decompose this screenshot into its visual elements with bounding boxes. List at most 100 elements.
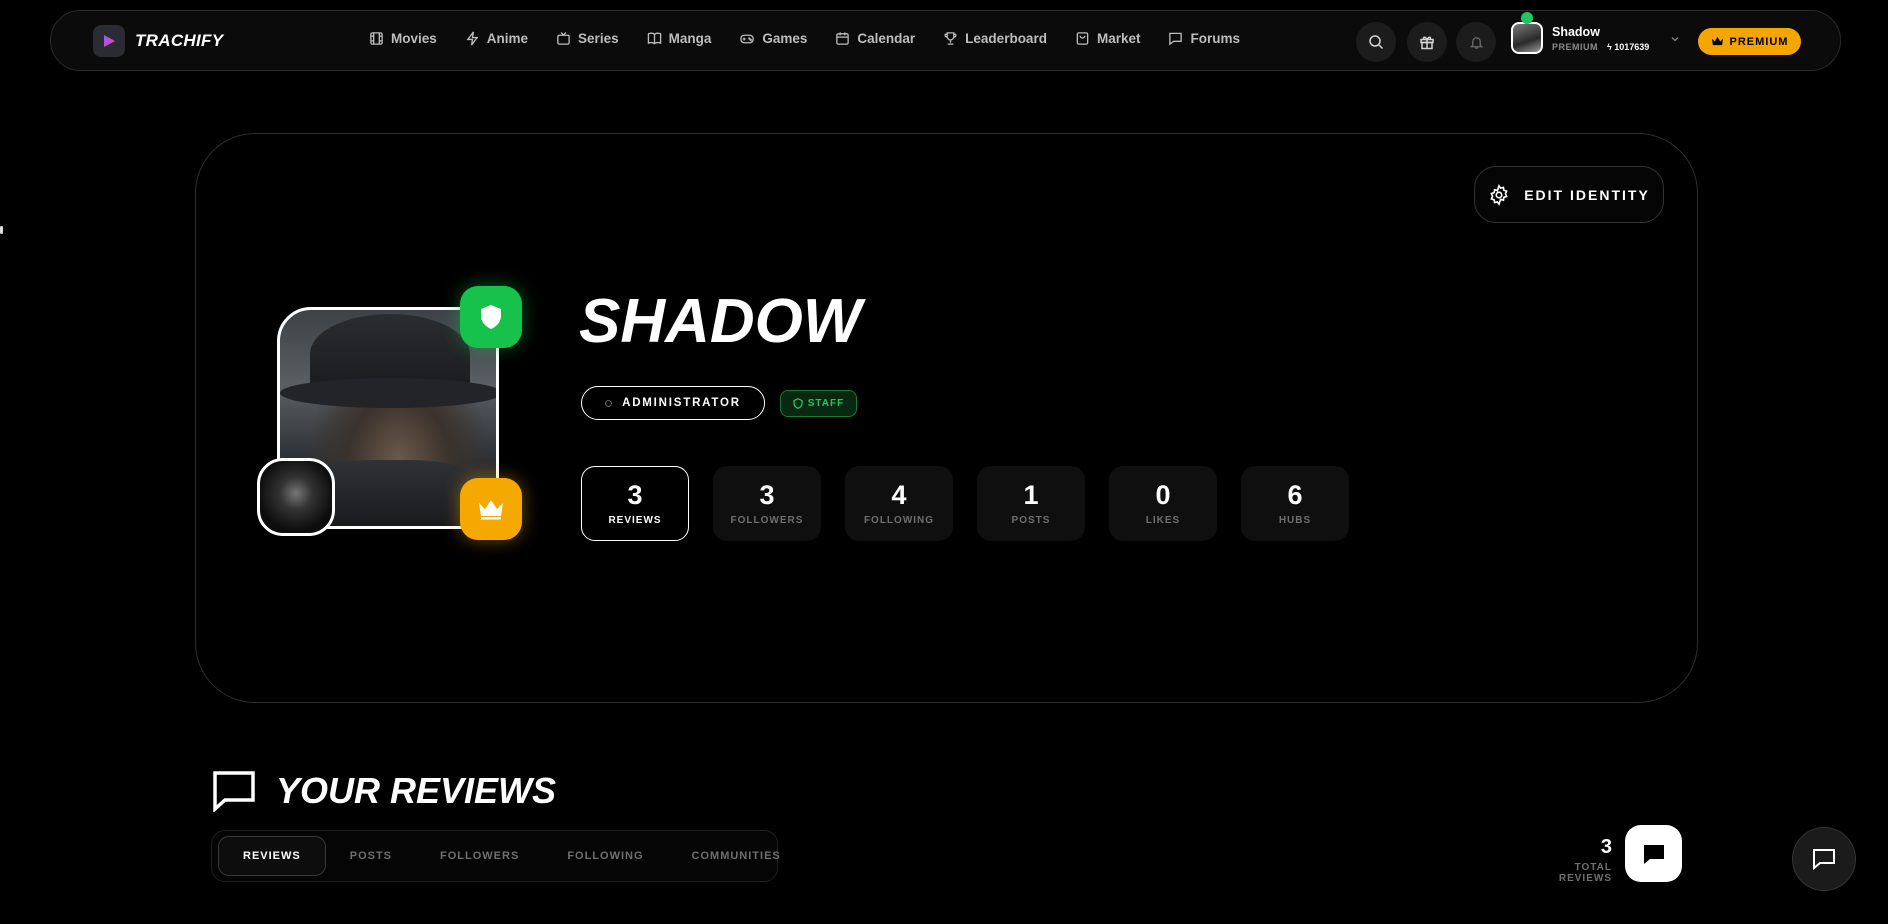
nav-item-label: Leaderboard [965,31,1047,46]
crown-icon [479,500,503,520]
chat-icon [1169,32,1183,46]
bell-icon [1469,36,1483,49]
nav-item-label: Manga [668,31,712,46]
profile-stats: 3 REVIEWS 3 FOLLOWERS 4 FOLLOWING 1 POST… [581,466,1349,541]
search-button[interactable] [1356,22,1396,62]
stat-posts[interactable]: 1 POSTS [977,466,1085,541]
film-icon [370,32,383,45]
tab-communities[interactable]: COMMUNITIES [668,836,805,876]
brand-logo[interactable]: TRACHIFY [93,25,223,57]
gift-button[interactable] [1407,22,1447,62]
user-tier: PREMIUM [1552,41,1598,52]
stat-label: LIKES [1145,514,1181,526]
crown-icon [1711,36,1723,46]
chevron-down-icon [1671,37,1679,42]
stat-label: FOLLOWERS [730,514,804,526]
stat-value: 0 [1155,479,1171,510]
stat-following[interactable]: 4 FOLLOWING [845,466,953,541]
nav-item-leaderboard[interactable]: Leaderboard [943,31,1047,46]
stat-value: 3 [759,479,775,510]
section-title: YOUR REVIEWS [276,770,557,811]
stat-label: POSTS [1011,514,1051,526]
nav-item-market[interactable]: Market [1075,31,1141,46]
chat-fab-button[interactable] [1792,827,1856,891]
search-icon [1369,35,1384,50]
edge-marker [0,226,3,234]
nav-item-manga[interactable]: Manga [647,31,712,46]
user-menu[interactable]: Shadow PREMIUM ϟ 1017639 [1511,12,1680,54]
stat-likes[interactable]: 0 LIKES [1109,466,1217,541]
verified-badge [460,286,522,348]
total-reviews-count: 3 [1600,836,1612,858]
shield-icon [793,398,803,409]
shield-icon [481,305,501,329]
edit-identity-button[interactable]: EDIT IDENTITY [1474,166,1664,223]
chat-icon [1813,849,1835,870]
stat-value: 6 [1287,479,1303,510]
tab-reviews[interactable]: REVIEWS [218,836,326,876]
tab-following[interactable]: FOLLOWING [543,836,667,876]
nav-item-movies[interactable]: Movies [369,31,437,46]
stat-label: REVIEWS [608,514,662,526]
role-dot-icon [605,399,613,407]
nav-item-forums[interactable]: Forums [1168,31,1240,46]
stat-label: FOLLOWING [863,514,935,526]
role-label: ADMINISTRATOR [622,397,741,409]
premium-button[interactable]: PREMIUM [1698,28,1801,55]
online-status-dot [1521,12,1533,24]
reviews-section-header: YOUR REVIEWS [212,770,556,812]
edit-identity-label: EDIT IDENTITY [1524,186,1650,203]
premium-badge [460,478,522,540]
user-points: ϟ 1017639 [1607,41,1650,52]
stat-label: HUBS [1278,514,1312,526]
stat-hubs[interactable]: 6 HUBS [1241,466,1349,541]
stat-followers[interactable]: 3 FOLLOWERS [713,466,821,541]
role-badge: ADMINISTRATOR [581,386,765,420]
gamepad-icon [740,34,755,44]
calendar-icon [836,32,850,45]
nav-item-label: Games [762,31,808,46]
tv-icon [557,31,570,45]
stat-value: 4 [891,479,907,510]
top-navbar: TRACHIFY Movies Anime Series Manga Games… [50,10,1841,71]
tab-followers[interactable]: FOLLOWERS [416,836,543,876]
user-points-value: 1017639 [1614,41,1650,52]
total-reviews: 3 TOTAL REVIEWS [1518,836,1612,884]
stat-value: 3 [627,479,643,510]
nav-item-series[interactable]: Series [556,31,619,46]
staff-label: STAFF [807,398,845,409]
avatar-hat-brim-shape [280,378,496,408]
stat-value: 1 [1023,479,1039,510]
gift-icon [1420,36,1434,50]
book-icon [647,32,661,45]
nav-item-label: Movies [391,31,437,46]
content-tabs: REVIEWS POSTS FOLLOWERS FOLLOWING COMMUN… [211,830,780,882]
main-menu: Movies Anime Series Manga Games Calendar… [369,31,1268,46]
secondary-avatar[interactable] [257,458,335,536]
staff-badge: STAFF [780,390,857,417]
trophy-icon [944,32,957,45]
profile-name: SHADOW [579,287,862,356]
nav-item-games[interactable]: Games [739,31,807,46]
bolt-icon [466,31,479,46]
avatar [1511,12,1543,54]
tab-posts[interactable]: POSTS [326,836,416,876]
write-review-button[interactable] [1625,825,1682,882]
nav-item-calendar[interactable]: Calendar [835,31,915,46]
bag-icon [1076,32,1089,45]
play-logo-icon [93,25,125,57]
total-reviews-label: TOTAL REVIEWS [1558,862,1612,884]
nav-item-label: Series [578,31,619,46]
profile-card: EDIT IDENTITY SHADOW ADMINISTRATOR STAFF… [195,133,1698,703]
notifications-button[interactable] [1456,22,1496,62]
premium-label: PREMIUM [1729,35,1789,48]
nav-item-label: Anime [486,31,529,46]
nav-item-label: Market [1096,31,1141,46]
chat-bubble-icon [213,771,255,812]
message-icon [1643,844,1664,864]
brand-name: TRACHIFY [135,31,224,50]
nav-item-label: Calendar [857,31,916,46]
nav-item-label: Forums [1190,31,1240,46]
nav-item-anime[interactable]: Anime [465,31,528,46]
stat-reviews[interactable]: 3 REVIEWS [581,466,689,541]
